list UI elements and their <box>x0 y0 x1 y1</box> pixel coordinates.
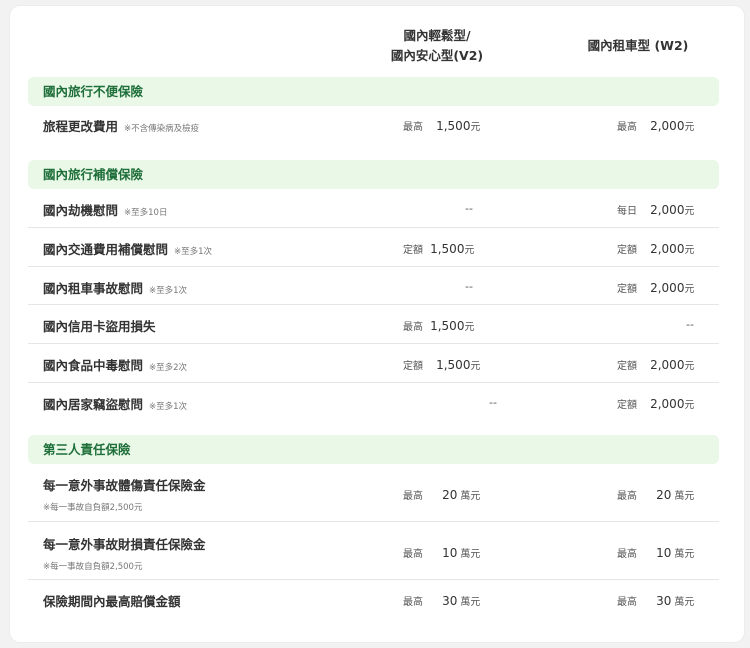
plan2-value: 最高 2,000元 <box>617 119 695 133</box>
plan2-value: 最高 10 萬元 <box>617 546 695 560</box>
row-label: 國內劫機慰問 ※至多10日 <box>43 203 168 218</box>
row-label: 國內租車事故慰問 ※至多1次 <box>43 281 188 296</box>
row-label: 每一意外事故體傷責任保險金 <box>43 478 206 493</box>
table-row: 國內租車事故慰問 ※至多1次 -- 定額 2,000元 <box>28 267 719 305</box>
table-row: 旅程更改費用 ※不含傳染病及檢疫 最高 1,500元 最高 2,000元 <box>28 106 719 144</box>
section-header-travel-compensation: 國內旅行補償保險 <box>28 160 719 189</box>
table-row: 每一意外事故體傷責任保險金 ※每一事故自負額2,500元 最高 20 萬元 最高 … <box>28 464 719 522</box>
row-label: 旅程更改費用 ※不含傳染病及檢疫 <box>43 119 200 134</box>
plan1-value: 定額 1,500元 <box>403 242 475 256</box>
plan2-value: 定額 2,000元 <box>617 397 695 411</box>
row-label: 國內交通費用補償慰問 ※至多1次 <box>43 242 213 257</box>
plan1-value: 最高 20 萬元 <box>403 488 481 502</box>
plan2-value: 每日 2,000元 <box>617 203 695 217</box>
plan2-value: 最高 20 萬元 <box>617 488 695 502</box>
plan1-value: -- <box>489 396 497 409</box>
plan1-value: -- <box>465 202 473 215</box>
table-row: 國內食品中毒慰問 ※至多2次 定額 1,500元 定額 2,000元 <box>28 344 719 383</box>
plan1-value: 定額 1,500元 <box>403 358 481 372</box>
row-label: 國內食品中毒慰問 ※至多2次 <box>43 358 188 373</box>
row-note: ※至多1次 <box>174 247 213 257</box>
plan2-value: 最高 30 萬元 <box>617 594 695 608</box>
plan2-value: -- <box>686 318 694 331</box>
plan2-value: 定額 2,000元 <box>617 281 695 295</box>
plan1-value: 最高 30 萬元 <box>403 594 481 608</box>
column-header-line: 國內安心型(V2) <box>390 48 484 63</box>
row-label: 國內信用卡盜用損失 <box>43 319 156 334</box>
row-note: ※至多2次 <box>149 363 188 373</box>
plan2-value: 定額 2,000元 <box>617 242 695 256</box>
table-row: 國內信用卡盜用損失 最高 1,500元 -- <box>28 305 719 344</box>
column-header-car-rental: 國內租車型 (W2) <box>587 38 689 53</box>
plan1-value: -- <box>465 280 473 293</box>
column-header-domestic-basic: 國內輕鬆型/ 國內安心型(V2) <box>377 26 497 66</box>
column-header-line: 國內輕鬆型/ <box>403 28 471 43</box>
row-note: ※至多10日 <box>124 208 168 218</box>
row-subnote: ※每一事故自負額2,500元 <box>43 562 143 572</box>
plan2-value: 定額 2,000元 <box>617 358 695 372</box>
plan1-value: 最高 1,500元 <box>403 319 475 333</box>
coverage-table-card: 國內輕鬆型/ 國內安心型(V2) 國內租車型 (W2) 國內旅行不便保險 旅程更… <box>10 6 744 642</box>
row-label: 每一意外事故財損責任保險金 <box>43 537 206 552</box>
table-row: 每一意外事故財損責任保險金 ※每一事故自負額2,500元 最高 10 萬元 最高 … <box>28 522 719 580</box>
row-label: 保險期間內最高賠償金額 <box>43 594 181 609</box>
table-row: 國內劫機慰問 ※至多10日 -- 每日 2,000元 <box>28 189 719 228</box>
row-label: 國內居家竊盜慰問 ※至多1次 <box>43 397 188 412</box>
row-note: ※至多1次 <box>149 286 188 296</box>
table-row: 國內交通費用補償慰問 ※至多1次 定額 1,500元 定額 2,000元 <box>28 228 719 267</box>
row-note: ※不含傳染病及檢疫 <box>124 124 200 134</box>
plan1-value: 最高 1,500元 <box>403 119 481 133</box>
row-note: ※至多1次 <box>149 402 188 412</box>
plan1-value: 最高 10 萬元 <box>403 546 481 560</box>
section-header-travel-inconvenience: 國內旅行不便保險 <box>28 77 719 106</box>
row-subnote: ※每一事故自負額2,500元 <box>43 503 143 513</box>
table-row: 國內居家竊盜慰問 ※至多1次 -- 定額 2,000元 <box>28 383 719 421</box>
section-header-third-party-liability: 第三人責任保險 <box>28 435 719 464</box>
table-row: 保險期間內最高賠償金額 最高 30 萬元 最高 30 萬元 <box>28 580 719 622</box>
